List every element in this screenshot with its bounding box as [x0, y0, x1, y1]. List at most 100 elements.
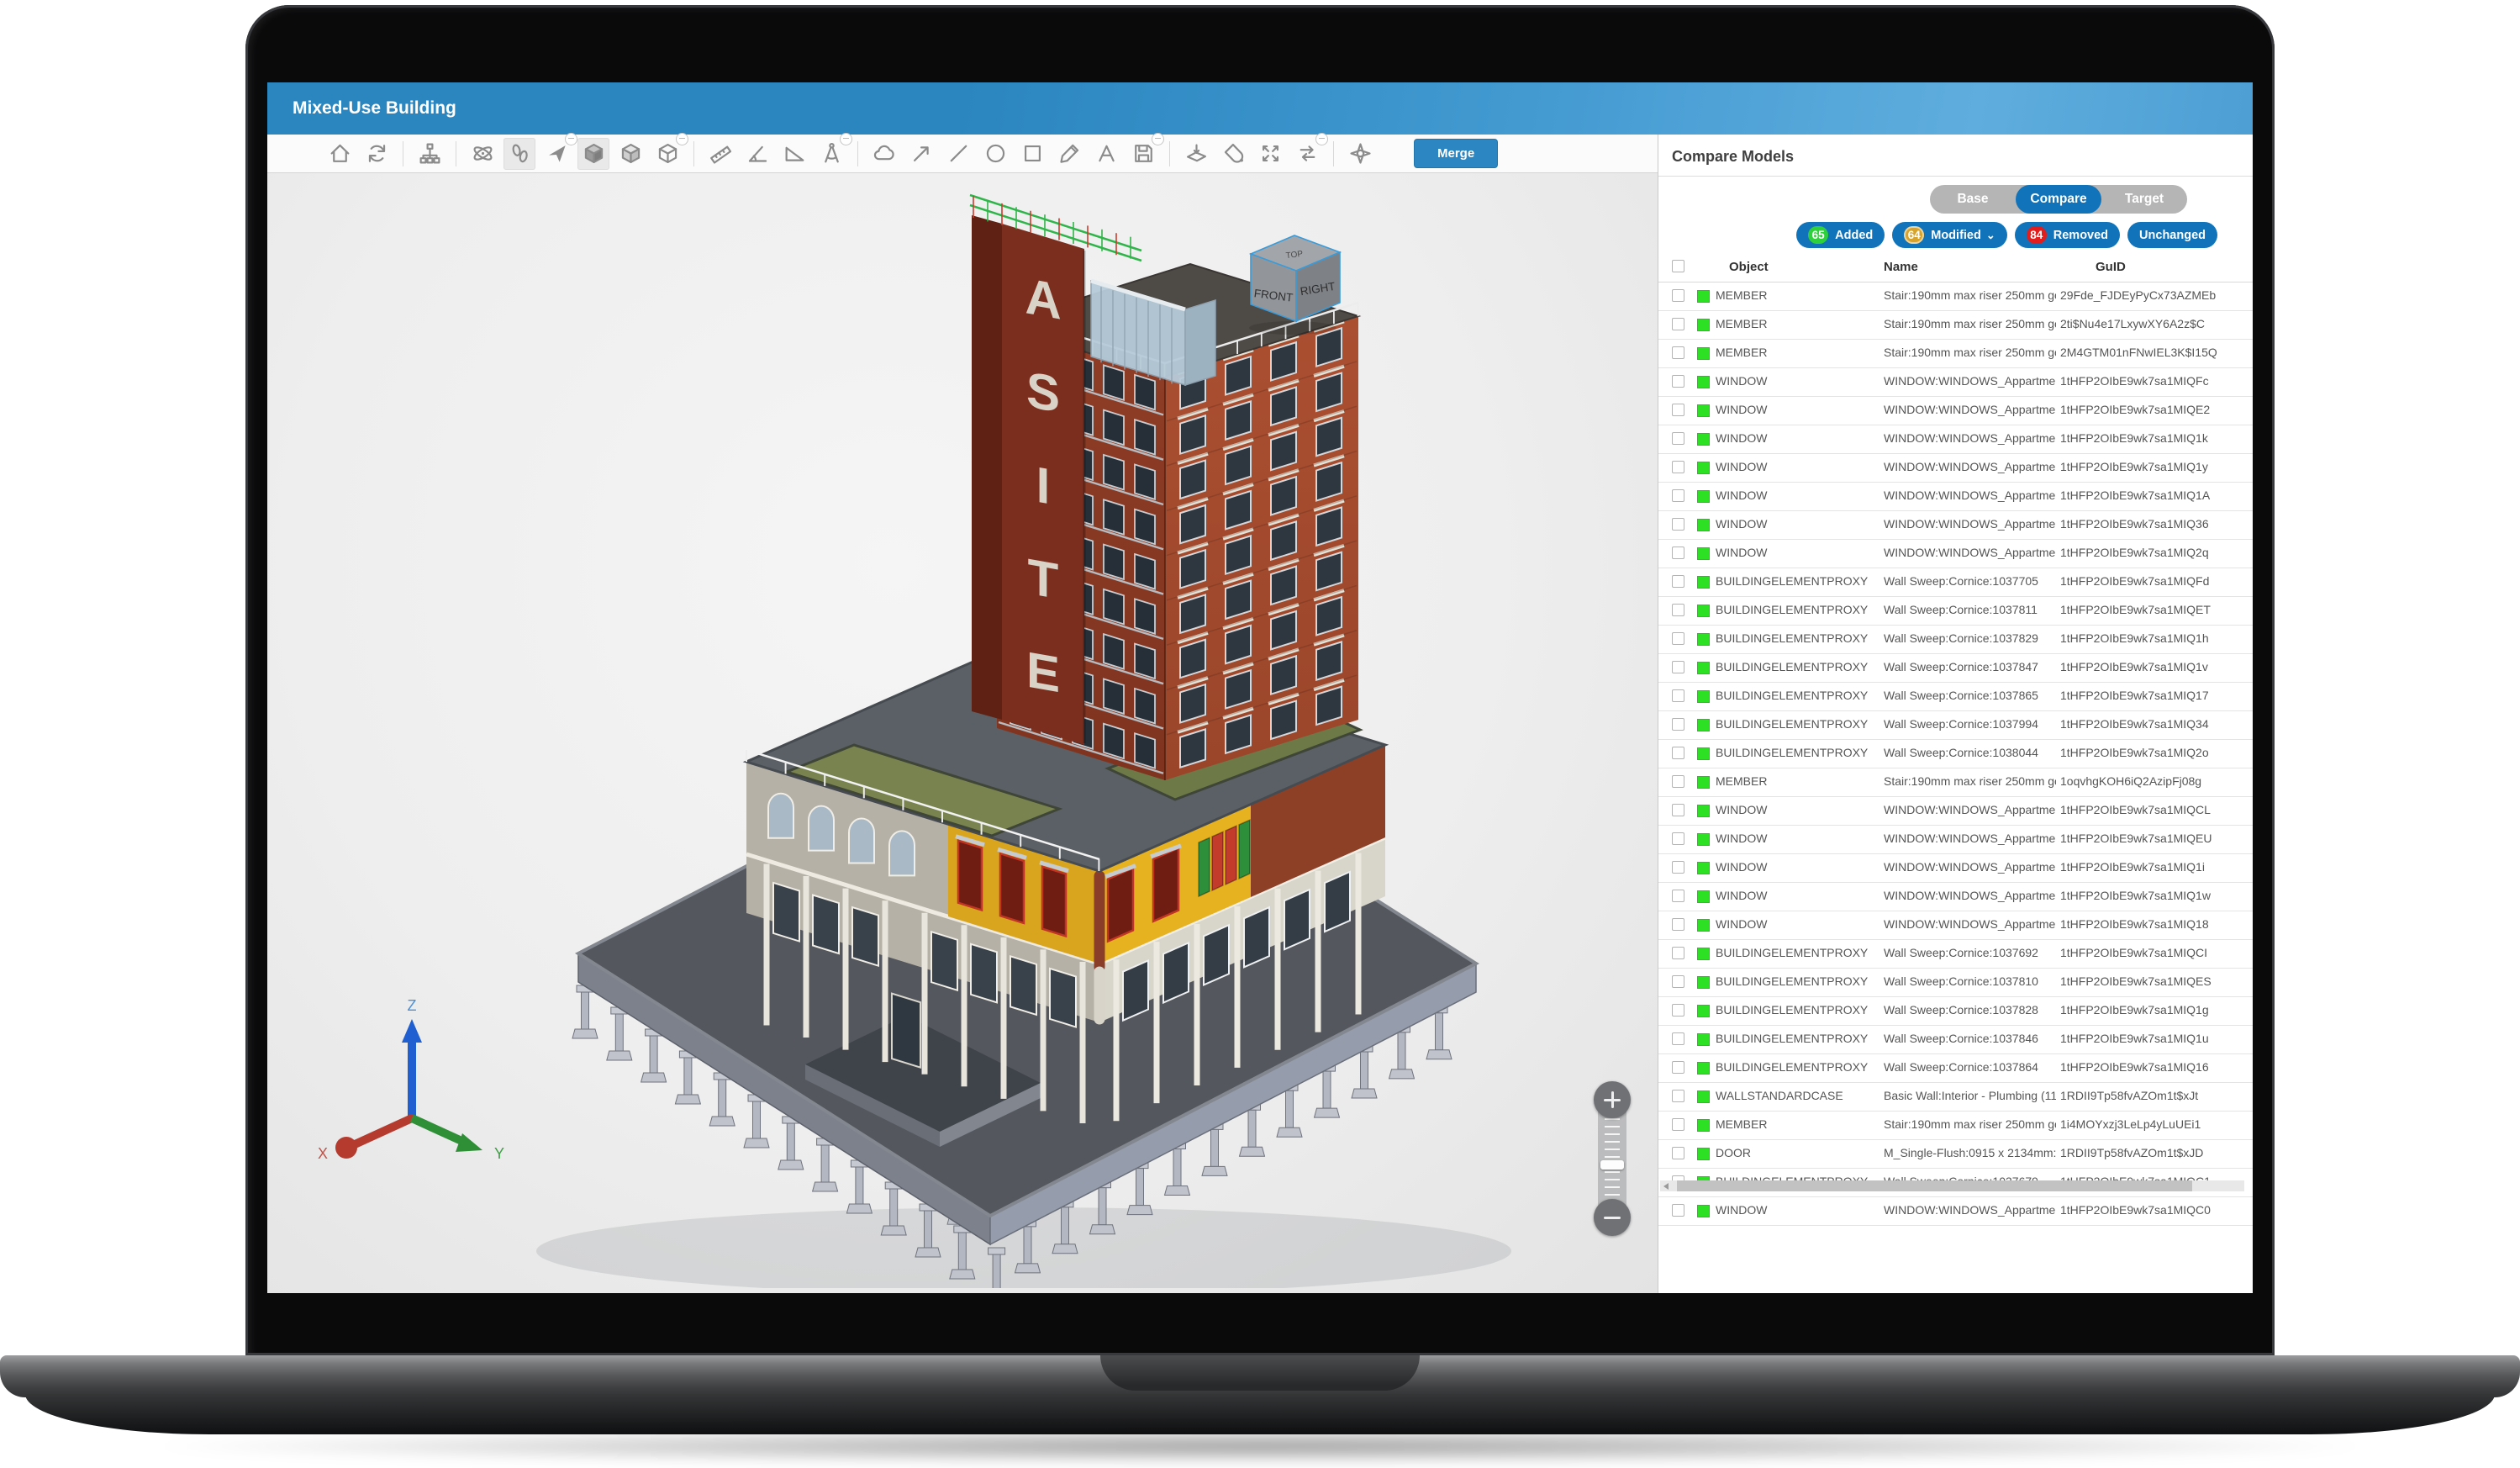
table-row[interactable]: MEMBER Stair:190mm max riser 250mm goi..… — [1658, 311, 2253, 340]
row-checkbox[interactable] — [1672, 1004, 1684, 1017]
row-checkbox[interactable] — [1672, 432, 1684, 445]
table-row[interactable]: WINDOW WINDOW:WINDOWS_Appartment... 1tHF… — [1658, 797, 2253, 826]
dimension-icon[interactable] — [815, 138, 847, 170]
render-wireframe-icon[interactable] — [651, 138, 683, 170]
model-tree-icon[interactable] — [414, 138, 445, 170]
merge-button[interactable]: Merge — [1414, 139, 1498, 168]
tab-compare[interactable]: Compare — [2016, 185, 2101, 214]
table-row[interactable]: WINDOW WINDOW:WINDOWS_Appartment... 1tHF… — [1658, 397, 2253, 425]
filter-added[interactable]: 65 Added — [1796, 222, 1885, 248]
table-row[interactable]: WINDOW WINDOW:WINDOWS_Appartment... 1tHF… — [1658, 826, 2253, 854]
row-checkbox[interactable] — [1672, 1118, 1684, 1131]
row-checkbox[interactable] — [1672, 346, 1684, 359]
table-row[interactable]: WINDOW WINDOW:WINDOWS_Appartment... 1tHF… — [1658, 511, 2253, 540]
table-row[interactable]: BUILDINGELEMENTPROXY Wall Sweep:Cornice:… — [1658, 997, 2253, 1026]
table-row[interactable]: BUILDINGELEMENTPROXY Wall Sweep:Cornice:… — [1658, 654, 2253, 683]
row-checkbox[interactable] — [1672, 947, 1684, 959]
markup-cloud-icon[interactable] — [868, 138, 900, 170]
row-checkbox[interactable] — [1672, 804, 1684, 816]
filter-modified[interactable]: 64 Modified ⌄ — [1892, 222, 2007, 248]
markup-rectangle-icon[interactable] — [1016, 138, 1048, 170]
measure-distance-icon[interactable] — [704, 138, 736, 170]
table-row[interactable]: BUILDINGELEMENTPROXY Wall Sweep:Cornice:… — [1658, 711, 2253, 740]
refresh-icon[interactable] — [361, 138, 393, 170]
zoom-slider[interactable] — [1592, 1081, 1632, 1236]
row-checkbox[interactable] — [1672, 975, 1684, 988]
row-checkbox[interactable] — [1672, 489, 1684, 502]
measure-area-icon[interactable] — [778, 138, 810, 170]
table-row[interactable]: WINDOW WINDOW:WINDOWS_Appartment... 1tHF… — [1658, 425, 2253, 454]
table-row[interactable]: WINDOW WINDOW:WINDOWS_Appartment... 1tHF… — [1658, 483, 2253, 511]
row-checkbox[interactable] — [1672, 632, 1684, 645]
paint-icon[interactable] — [1217, 138, 1249, 170]
filter-removed[interactable]: 84 Removed — [2015, 222, 2120, 248]
row-checkbox[interactable] — [1672, 890, 1684, 902]
table-row[interactable]: BUILDINGELEMENTPROXY Wall Sweep:Cornice:… — [1658, 626, 2253, 654]
row-checkbox[interactable] — [1672, 1204, 1684, 1217]
table-row[interactable]: BUILDINGELEMENTPROXY Wall Sweep:Cornice:… — [1658, 969, 2253, 997]
row-checkbox[interactable] — [1672, 604, 1684, 616]
table-row[interactable]: WINDOW WINDOW:WINDOWS_Appartment... 1tHF… — [1658, 854, 2253, 883]
viewport-3d[interactable]: ASITE TOP FRONT RIGHT Z — [267, 173, 1658, 1293]
table-row[interactable]: MEMBER Stair:190mm max riser 250mm goi..… — [1658, 1112, 2253, 1140]
table-row[interactable]: BUILDINGELEMENTPROXY Wall Sweep:Cornice:… — [1658, 1054, 2253, 1083]
zoom-in-button[interactable] — [1594, 1081, 1631, 1118]
table-row[interactable]: WINDOW WINDOW:WINDOWS_Appartment... 1tHF… — [1658, 911, 2253, 940]
scrollbar-thumb[interactable] — [1677, 1180, 2192, 1191]
navigate-icon[interactable] — [540, 138, 572, 170]
filter-unchanged[interactable]: Unchanged — [2127, 222, 2217, 248]
section-plane-icon[interactable] — [1180, 138, 1212, 170]
table-row[interactable]: WINDOW WINDOW:WINDOWS_Appartment... 1tHF… — [1658, 454, 2253, 483]
table-row[interactable]: BUILDINGELEMENTPROXY Wall Sweep:Cornice:… — [1658, 568, 2253, 597]
table-row[interactable]: MEMBER Stair:190mm max riser 250mm goi..… — [1658, 340, 2253, 368]
markup-freehand-icon[interactable] — [1053, 138, 1085, 170]
row-checkbox[interactable] — [1672, 461, 1684, 473]
row-checkbox[interactable] — [1672, 404, 1684, 416]
tab-target[interactable]: Target — [2101, 185, 2187, 214]
row-checkbox[interactable] — [1672, 747, 1684, 759]
row-checkbox[interactable] — [1672, 832, 1684, 845]
table-row[interactable]: WINDOW WINDOW:WINDOWS_Appartment... 1tHF… — [1658, 883, 2253, 911]
table-row[interactable]: BUILDINGELEMENTPROXY Wall Sweep:Cornice:… — [1658, 597, 2253, 626]
view-cube[interactable]: TOP FRONT RIGHT — [1241, 222, 1367, 340]
row-checkbox[interactable] — [1672, 375, 1684, 388]
horizontal-scrollbar[interactable] — [1660, 1180, 2244, 1191]
save-markup-icon[interactable] — [1127, 138, 1159, 170]
table-row[interactable]: MEMBER Stair:190mm max riser 250mm goi..… — [1658, 283, 2253, 311]
table-row[interactable]: BUILDINGELEMENTPROXY Wall Sweep:Cornice:… — [1658, 683, 2253, 711]
table-row[interactable]: WALLSTANDARDCASE Basic Wall:Interior - P… — [1658, 1083, 2253, 1112]
row-checkbox[interactable] — [1672, 918, 1684, 931]
row-checkbox[interactable] — [1672, 318, 1684, 330]
row-checkbox[interactable] — [1672, 661, 1684, 673]
table-row[interactable]: WINDOW WINDOW:WINDOWS_Appartment... 1tHF… — [1658, 540, 2253, 568]
row-checkbox[interactable] — [1672, 518, 1684, 531]
scroll-left-arrow-icon[interactable] — [1663, 1183, 1669, 1190]
zoom-out-button[interactable] — [1594, 1199, 1631, 1236]
measure-angle-icon[interactable] — [741, 138, 773, 170]
row-checkbox[interactable] — [1672, 775, 1684, 788]
row-checkbox[interactable] — [1672, 575, 1684, 588]
table-row[interactable]: BUILDINGELEMENTPROXY Wall Sweep:Cornice:… — [1658, 740, 2253, 768]
zoom-handle[interactable] — [1600, 1160, 1624, 1170]
row-checkbox[interactable] — [1672, 689, 1684, 702]
row-checkbox[interactable] — [1672, 718, 1684, 731]
tab-base[interactable]: Base — [1930, 185, 2016, 214]
markup-text-icon[interactable] — [1090, 138, 1122, 170]
locate-icon[interactable] — [1344, 138, 1376, 170]
row-checkbox[interactable] — [1672, 289, 1684, 302]
select-all-checkbox[interactable] — [1672, 260, 1684, 272]
row-checkbox[interactable] — [1672, 1090, 1684, 1102]
orbit-icon[interactable] — [467, 138, 498, 170]
table-row[interactable]: DOOR M_Single-Flush:0915 x 2134mm:1... 1… — [1658, 1140, 2253, 1169]
markup-arrow-icon[interactable] — [905, 138, 937, 170]
row-checkbox[interactable] — [1672, 1061, 1684, 1074]
table-row[interactable]: BUILDINGELEMENTPROXY Wall Sweep:Cornice:… — [1658, 1026, 2253, 1054]
table-row[interactable]: BUILDINGELEMENTPROXY Wall Sweep:Cornice:… — [1658, 940, 2253, 969]
home-icon[interactable] — [324, 138, 356, 170]
markup-ellipse-icon[interactable] — [979, 138, 1011, 170]
table-row[interactable]: MEMBER Stair:190mm max riser 250mm goi..… — [1658, 768, 2253, 797]
render-shaded-icon[interactable] — [614, 138, 646, 170]
render-solid-icon[interactable] — [577, 138, 609, 170]
compare-results-table[interactable]: MEMBER Stair:190mm max riser 250mm goi..… — [1658, 283, 2253, 1226]
row-checkbox[interactable] — [1672, 861, 1684, 874]
